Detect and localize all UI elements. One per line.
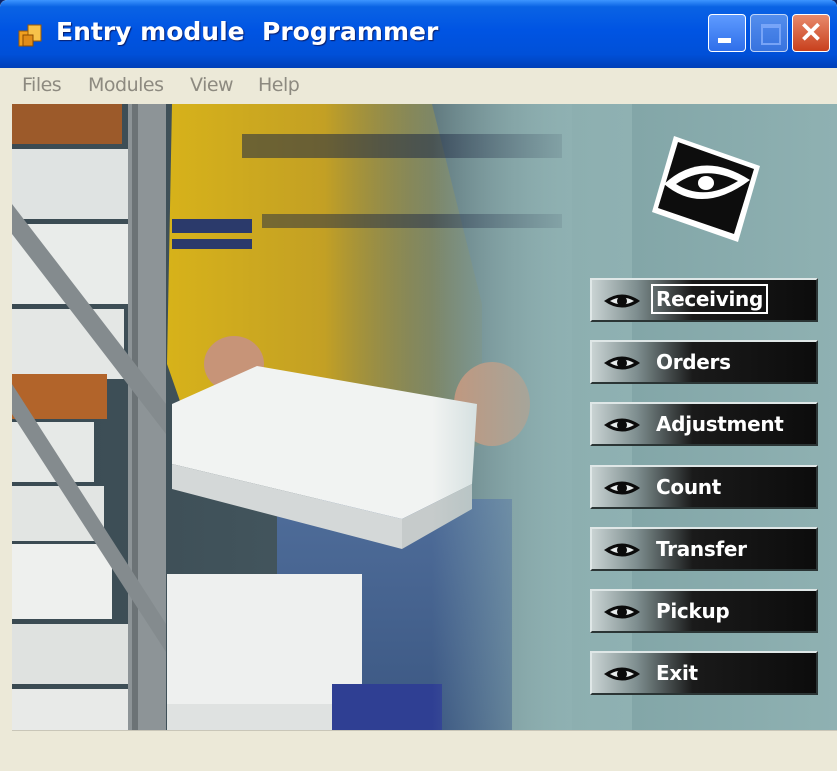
maximize-button[interactable] xyxy=(750,14,788,52)
status-bar xyxy=(12,730,837,771)
menu-modules[interactable]: Modules xyxy=(88,74,164,96)
pickup-button[interactable]: Pickup xyxy=(590,589,818,633)
transfer-button[interactable]: Transfer xyxy=(590,527,818,571)
maximize-icon xyxy=(761,24,781,45)
orders-label: Orders xyxy=(656,350,731,374)
exit-label: Exit xyxy=(656,661,698,685)
eye-logo-icon xyxy=(652,136,760,242)
count-button[interactable]: Count xyxy=(590,465,818,509)
window-title: Entry module Programmer xyxy=(56,17,439,46)
count-label: Count xyxy=(656,475,721,499)
window-frame-left xyxy=(0,104,12,771)
minimize-button[interactable] xyxy=(708,14,746,52)
close-button[interactable]: ✕ xyxy=(792,14,830,52)
app-window: Entry module Programmer ✕ Files Modules … xyxy=(0,0,837,771)
title-bar[interactable]: Entry module Programmer ✕ xyxy=(0,0,837,68)
eye-icon xyxy=(604,605,640,619)
receiving-label: Receiving xyxy=(651,284,768,314)
eye-icon xyxy=(604,418,640,432)
minimize-icon xyxy=(718,38,731,43)
receiving-button[interactable]: Receiving xyxy=(590,278,818,322)
main-panel: Receiving Orders Adjustment Count Transfer Pi… xyxy=(12,104,837,730)
menu-files[interactable]: Files xyxy=(22,74,62,96)
eye-icon xyxy=(604,543,640,557)
menu-help[interactable]: Help xyxy=(258,74,300,96)
transfer-label: Transfer xyxy=(656,537,747,561)
menu-bar: Files Modules View Help xyxy=(0,68,837,104)
adjustment-label: Adjustment xyxy=(656,412,784,436)
adjustment-button[interactable]: Adjustment xyxy=(590,402,818,446)
eye-icon xyxy=(604,667,640,681)
pickup-label: Pickup xyxy=(656,599,730,623)
close-icon: ✕ xyxy=(799,17,823,48)
exit-button[interactable]: Exit xyxy=(590,651,818,695)
app-icon xyxy=(18,24,42,47)
menu-view[interactable]: View xyxy=(190,74,234,96)
eye-icon xyxy=(604,481,640,495)
eye-icon xyxy=(604,294,640,308)
eye-icon xyxy=(604,356,640,370)
orders-button[interactable]: Orders xyxy=(590,340,818,384)
